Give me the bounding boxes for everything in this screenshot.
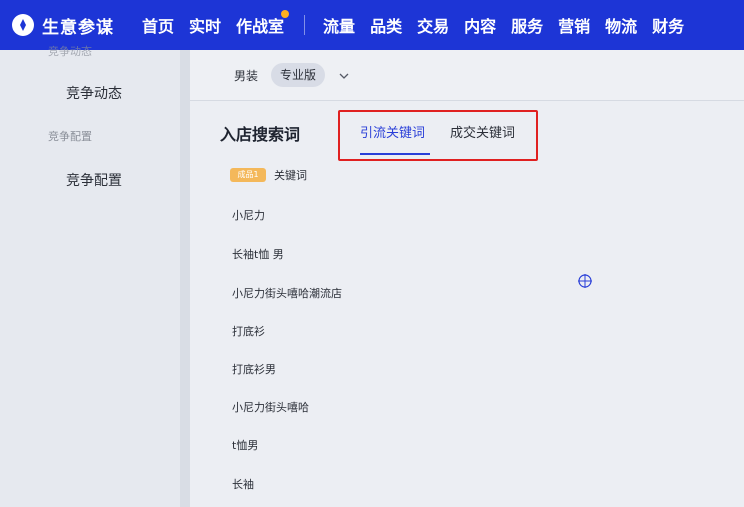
keyword-column-header: 成品1 关键词 bbox=[230, 167, 307, 183]
category-label: 男装 bbox=[234, 69, 259, 83]
notification-dot-icon bbox=[281, 10, 290, 18]
nav-traffic[interactable]: 流量 bbox=[323, 13, 355, 37]
nav-logistics[interactable]: 物流 bbox=[605, 13, 637, 37]
main-content: 男装 专业版 入店搜索词 引流关键词 成交关键词 成品1 关键词 小尼力 长袖t… bbox=[190, 50, 744, 507]
nav-finance[interactable]: 财务 bbox=[652, 13, 684, 37]
sidebar-group-label-top: 竞争动态 bbox=[48, 45, 92, 58]
nav-category[interactable]: 品类 bbox=[370, 13, 402, 37]
nav-war-room-label: 作战室 bbox=[236, 17, 285, 36]
table-row[interactable]: 长袖t恤 男 bbox=[232, 246, 284, 262]
table-row[interactable]: t恤男 bbox=[232, 437, 258, 453]
tab-conversion-keywords[interactable]: 成交关键词 bbox=[450, 122, 515, 141]
active-tab-indicator bbox=[360, 153, 430, 155]
table-row[interactable]: 小尼力街头嘻哈 bbox=[232, 399, 309, 415]
nav-content[interactable]: 内容 bbox=[464, 13, 496, 37]
nav-transaction[interactable]: 交易 bbox=[417, 13, 449, 37]
top-nav-bar: 生意参谋 首页 实时 作战室 流量 品类 交易 内容 服务 营销 物流 财务 bbox=[0, 0, 744, 50]
table-row[interactable]: 打底衫男 bbox=[232, 361, 276, 377]
version-pill[interactable]: 专业版 bbox=[271, 63, 326, 87]
nav-realtime[interactable]: 实时 bbox=[189, 13, 221, 37]
nav-marketing[interactable]: 营销 bbox=[558, 13, 590, 37]
sidebar-divider bbox=[180, 50, 190, 507]
nav-home[interactable]: 首页 bbox=[142, 13, 174, 37]
filter-bar: 男装 专业版 bbox=[190, 50, 744, 101]
sidebar-item-competition-config[interactable]: 竞争配置 bbox=[66, 170, 122, 190]
sidebar-item-competition-dynamics[interactable]: 竞争动态 bbox=[66, 83, 122, 103]
table-row[interactable]: 小尼力街头嘻哈潮流店 bbox=[232, 285, 342, 301]
nav-service[interactable]: 服务 bbox=[511, 13, 543, 37]
column-header-label: 关键词 bbox=[274, 169, 307, 182]
table-row[interactable]: 小尼力 bbox=[232, 207, 265, 223]
section-title: 入店搜索词 bbox=[220, 125, 301, 144]
table-row[interactable]: 长袖 bbox=[232, 476, 254, 492]
tab-traffic-keywords[interactable]: 引流关键词 bbox=[360, 122, 425, 141]
table-row[interactable]: 打底衫 bbox=[232, 323, 265, 339]
app-logo-text: 生意参谋 bbox=[42, 17, 114, 38]
sidebar-group-label: 竞争配置 bbox=[48, 130, 92, 143]
rank-tag: 成品1 bbox=[230, 168, 266, 182]
nav-war-room[interactable]: 作战室 bbox=[236, 10, 290, 37]
nav-separator bbox=[304, 15, 306, 35]
app-logo[interactable]: 生意参谋 bbox=[12, 13, 114, 38]
chevron-down-icon[interactable] bbox=[338, 67, 350, 86]
logo-compass-icon bbox=[12, 14, 34, 36]
crosshair-cursor-icon bbox=[577, 273, 593, 293]
left-sidebar: 竞争动态 竞争动态 竞争配置 竞争配置 bbox=[0, 45, 180, 507]
